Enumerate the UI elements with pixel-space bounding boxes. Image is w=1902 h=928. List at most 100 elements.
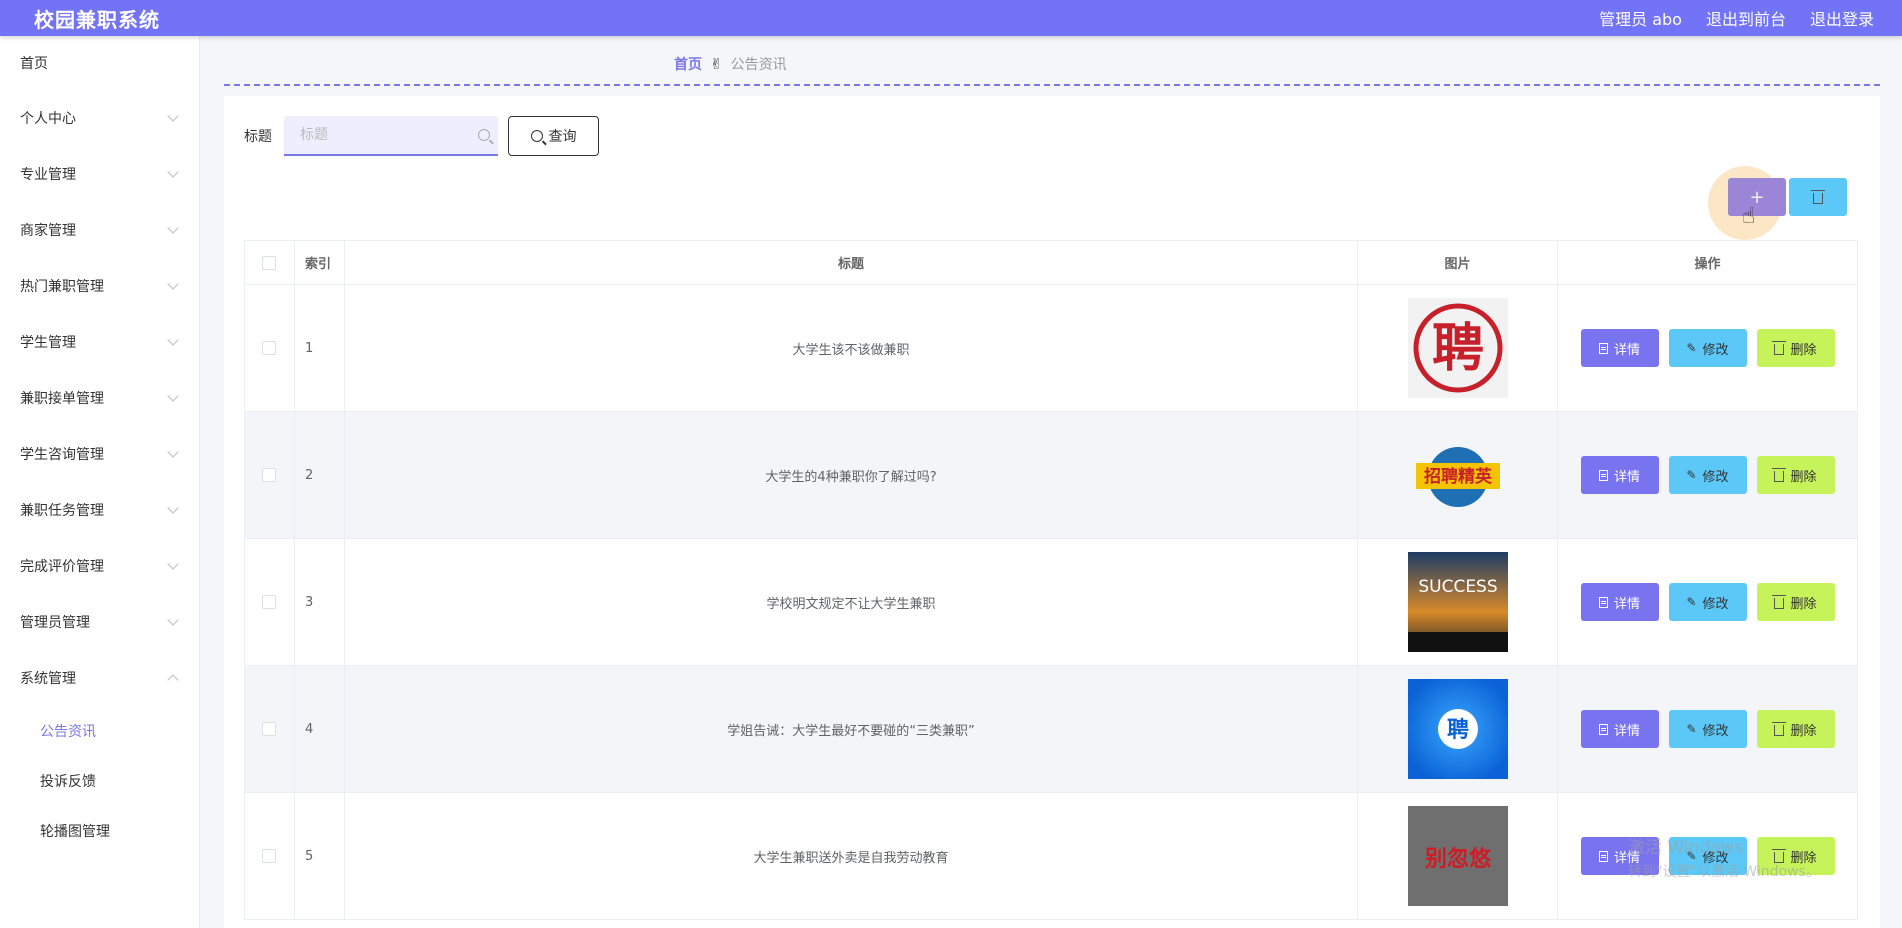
row-title: 学校明文规定不让大学生兼职 (343, 538, 1359, 666)
chevron-down-icon (167, 333, 179, 346)
top-header: 校园兼职系统 管理员 abo 退出到前台 退出登录 (0, 0, 1902, 36)
sidebar-item-reviews[interactable]: 完成评价管理 (0, 538, 199, 594)
title-search-input[interactable] (298, 126, 458, 144)
row-checkbox[interactable] (262, 341, 277, 355)
row-checkbox[interactable] (262, 595, 277, 609)
sidebar-item-admin-management[interactable]: 管理员管理 (0, 594, 199, 650)
detail-button[interactable]: 详情 (1580, 583, 1659, 621)
document-icon (1598, 342, 1608, 354)
sidebar-item-hot-jobs[interactable]: 热门兼职管理 (0, 258, 199, 314)
bulk-delete-button[interactable] (1789, 178, 1847, 216)
chevron-down-icon (167, 613, 179, 626)
edit-button[interactable]: ✎ 修改 (1668, 710, 1747, 748)
sidebar-item-merchant-management[interactable]: 商家管理 (0, 202, 199, 258)
delete-button[interactable]: 删除 (1756, 837, 1835, 875)
search-label: 标题 (244, 129, 272, 145)
search-icon (478, 129, 490, 141)
sidebar-item-student-consult[interactable]: 学生咨询管理 (0, 426, 199, 482)
detail-button[interactable]: 详情 (1580, 837, 1659, 875)
row-checkbox[interactable] (262, 722, 277, 736)
table-row: 1 大学生该不该做兼职 聘 详情 ✎ 修改 删除 (244, 284, 1858, 412)
table-row: 4 学姐告诫：大学生最好不要碰的“三类兼职” 聘 详情 ✎ 修改 删除 (244, 665, 1858, 793)
back-to-front-link[interactable]: 退出到前台 (1706, 6, 1786, 30)
edit-label: 修改 (1702, 850, 1729, 866)
row-title: 大学生兼职送外卖是自我劳动教育 (343, 792, 1359, 920)
sidebar-item-job-orders[interactable]: 兼职接单管理 (0, 370, 199, 426)
edit-icon: ✎ (1686, 722, 1697, 736)
detail-label: 详情 (1613, 469, 1640, 485)
row-index: 2 (293, 411, 345, 539)
trash-icon (1772, 467, 1787, 482)
query-button[interactable]: 查询 (508, 116, 599, 156)
edit-button[interactable]: ✎ 修改 (1668, 837, 1747, 875)
row-image-cell: SUCCESS (1357, 538, 1558, 666)
row-index: 1 (293, 284, 345, 412)
row-actions: 详情 ✎ 修改 删除 (1559, 710, 1856, 748)
row-title: 大学生的4种兼职你了解过吗? (343, 411, 1359, 539)
sidebar-item-job-tasks[interactable]: 兼职任务管理 (0, 482, 199, 538)
select-all-checkbox[interactable] (262, 255, 277, 270)
row-select-cell (244, 665, 295, 793)
delete-label: 删除 (1790, 723, 1817, 739)
row-actions-cell: 详情 ✎ 修改 删除 (1557, 411, 1858, 539)
column-header-title: 标题 (343, 240, 1359, 285)
trash-icon (1811, 189, 1825, 204)
join-us-image: 招聘精英 (1415, 447, 1500, 507)
delete-button[interactable]: 删除 (1756, 583, 1835, 621)
sidebar-item-label: 学生咨询管理 (20, 447, 104, 463)
detail-button[interactable]: 详情 (1580, 710, 1659, 748)
detail-button[interactable]: 详情 (1580, 456, 1659, 494)
edit-icon: ✎ (1686, 341, 1697, 355)
sidebar-subitem-carousel[interactable]: 轮播图管理 (0, 806, 199, 856)
breadcrumb-current: 公告资讯 (730, 57, 787, 73)
edit-button[interactable]: ✎ 修改 (1668, 329, 1747, 367)
row-title: 学姐告诫：大学生最好不要碰的“三类兼职” (343, 665, 1359, 793)
sidebar-item-system-management[interactable]: 系统管理 (0, 650, 199, 706)
sidebar-item-student-management[interactable]: 学生管理 (0, 314, 199, 370)
thumbnail-text: SUCCESS (1418, 577, 1497, 597)
hand-icon: ✌ (710, 55, 723, 73)
row-thumbnail: 招聘精英 (1408, 425, 1508, 525)
row-select-cell (244, 792, 295, 920)
detail-label: 详情 (1613, 850, 1640, 866)
delete-label: 删除 (1790, 342, 1817, 358)
sidebar-item-home[interactable]: 首页 (0, 36, 199, 90)
detail-label: 详情 (1613, 342, 1640, 358)
row-checkbox[interactable] (262, 468, 277, 482)
sidebar: 首页 个人中心 专业管理 商家管理 热门兼职管理 学生管理 兼职接单管理 学生咨… (0, 36, 200, 928)
sidebar-subitem-announcements[interactable]: 公告资讯 (0, 706, 199, 756)
delete-button[interactable]: 删除 (1756, 456, 1835, 494)
row-actions: 详情 ✎ 修改 删除 (1559, 583, 1856, 621)
delete-button[interactable]: 删除 (1756, 710, 1835, 748)
detail-button[interactable]: 详情 (1580, 329, 1659, 367)
sidebar-subitem-complaints[interactable]: 投诉反馈 (0, 756, 199, 806)
row-checkbox[interactable] (262, 849, 277, 863)
thumbnail-text: 聘 (1432, 319, 1484, 379)
trash-icon (1772, 848, 1787, 863)
breadcrumb-home[interactable]: 首页 (674, 54, 702, 74)
row-thumbnail: 聘 (1407, 298, 1508, 398)
thumbnail-text: 聘 (1447, 718, 1469, 743)
row-actions: 详情 ✎ 修改 删除 (1559, 329, 1856, 367)
logout-link[interactable]: 退出登录 (1810, 6, 1874, 30)
delete-button[interactable]: 删除 (1756, 329, 1835, 367)
breadcrumb-divider (224, 84, 1880, 86)
query-button-label: 查询 (548, 129, 577, 145)
detail-label: 详情 (1613, 723, 1640, 739)
row-select-cell (244, 284, 295, 412)
add-button[interactable]: + (1728, 178, 1786, 216)
chevron-down-icon (167, 557, 179, 570)
sidebar-item-major-management[interactable]: 专业管理 (0, 146, 199, 202)
table-row: 3 学校明文规定不让大学生兼职 SUCCESS 详情 ✎ 修改 删除 (244, 538, 1858, 666)
row-actions: 详情 ✎ 修改 删除 (1559, 837, 1856, 875)
row-actions-cell: 详情 ✎ 修改 删除 (1557, 284, 1858, 412)
chevron-down-icon (167, 389, 179, 402)
edit-button[interactable]: ✎ 修改 (1668, 456, 1747, 494)
edit-button[interactable]: ✎ 修改 (1668, 583, 1747, 621)
sidebar-item-personal-center[interactable]: 个人中心 (0, 90, 199, 146)
edit-label: 修改 (1702, 342, 1729, 358)
sidebar-item-label: 商家管理 (20, 223, 76, 239)
sidebar-item-label: 热门兼职管理 (20, 279, 104, 295)
admin-user-label[interactable]: 管理员 abo (1599, 6, 1682, 30)
chevron-down-icon (167, 277, 179, 290)
